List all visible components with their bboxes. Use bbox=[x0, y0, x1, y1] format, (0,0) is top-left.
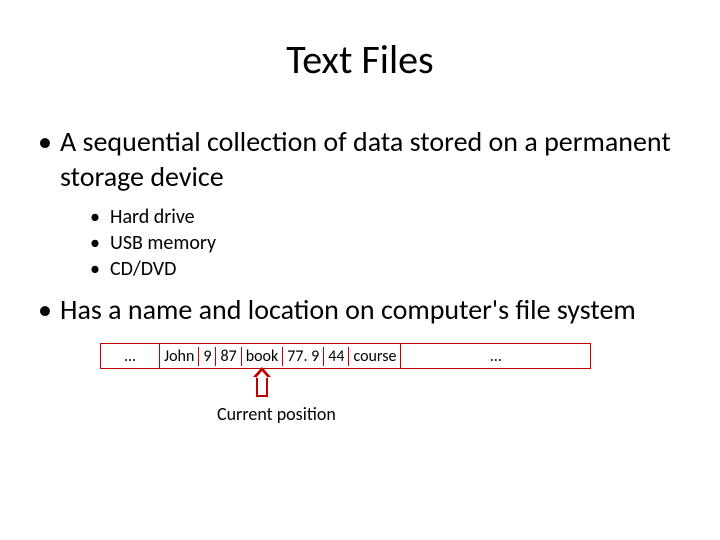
record-diagram: … John 9 87 book 77. 9 44 course … Curre… bbox=[100, 343, 690, 425]
bullet-list-2: Has a name and location on computer's fi… bbox=[30, 292, 690, 327]
pointer-block: Current position bbox=[252, 375, 690, 425]
record-cell-4: 77. 9 bbox=[283, 347, 324, 366]
bullet-list: A sequential collection of data stored o… bbox=[30, 124, 690, 194]
sub-bullet-1: Hard drive bbox=[90, 204, 690, 230]
record-cell-2: 87 bbox=[216, 347, 241, 366]
sub-bullet-list: Hard drive USB memory CD/DVD bbox=[30, 204, 690, 282]
sub-bullet-2: USB memory bbox=[90, 230, 690, 256]
record-right-ellipsis: … bbox=[401, 343, 591, 369]
record-cells: John 9 87 book 77. 9 44 course bbox=[160, 343, 401, 369]
record-cell-0: John bbox=[160, 347, 199, 366]
bullet-1: A sequential collection of data stored o… bbox=[30, 124, 690, 194]
record-cell-5: 44 bbox=[324, 347, 349, 366]
bullet-2: Has a name and location on computer's fi… bbox=[30, 292, 690, 327]
pointer-caption: Current position bbox=[217, 403, 690, 425]
record-row: … John 9 87 book 77. 9 44 course … bbox=[100, 343, 690, 369]
record-cell-1: 9 bbox=[199, 347, 216, 366]
up-arrow-icon bbox=[256, 375, 268, 397]
record-cell-6: course bbox=[349, 347, 400, 366]
record-cell-3: book bbox=[242, 347, 284, 366]
slide-title: Text Files bbox=[30, 35, 690, 84]
record-left-ellipsis: … bbox=[100, 343, 160, 369]
sub-bullet-3: CD/DVD bbox=[90, 256, 690, 282]
